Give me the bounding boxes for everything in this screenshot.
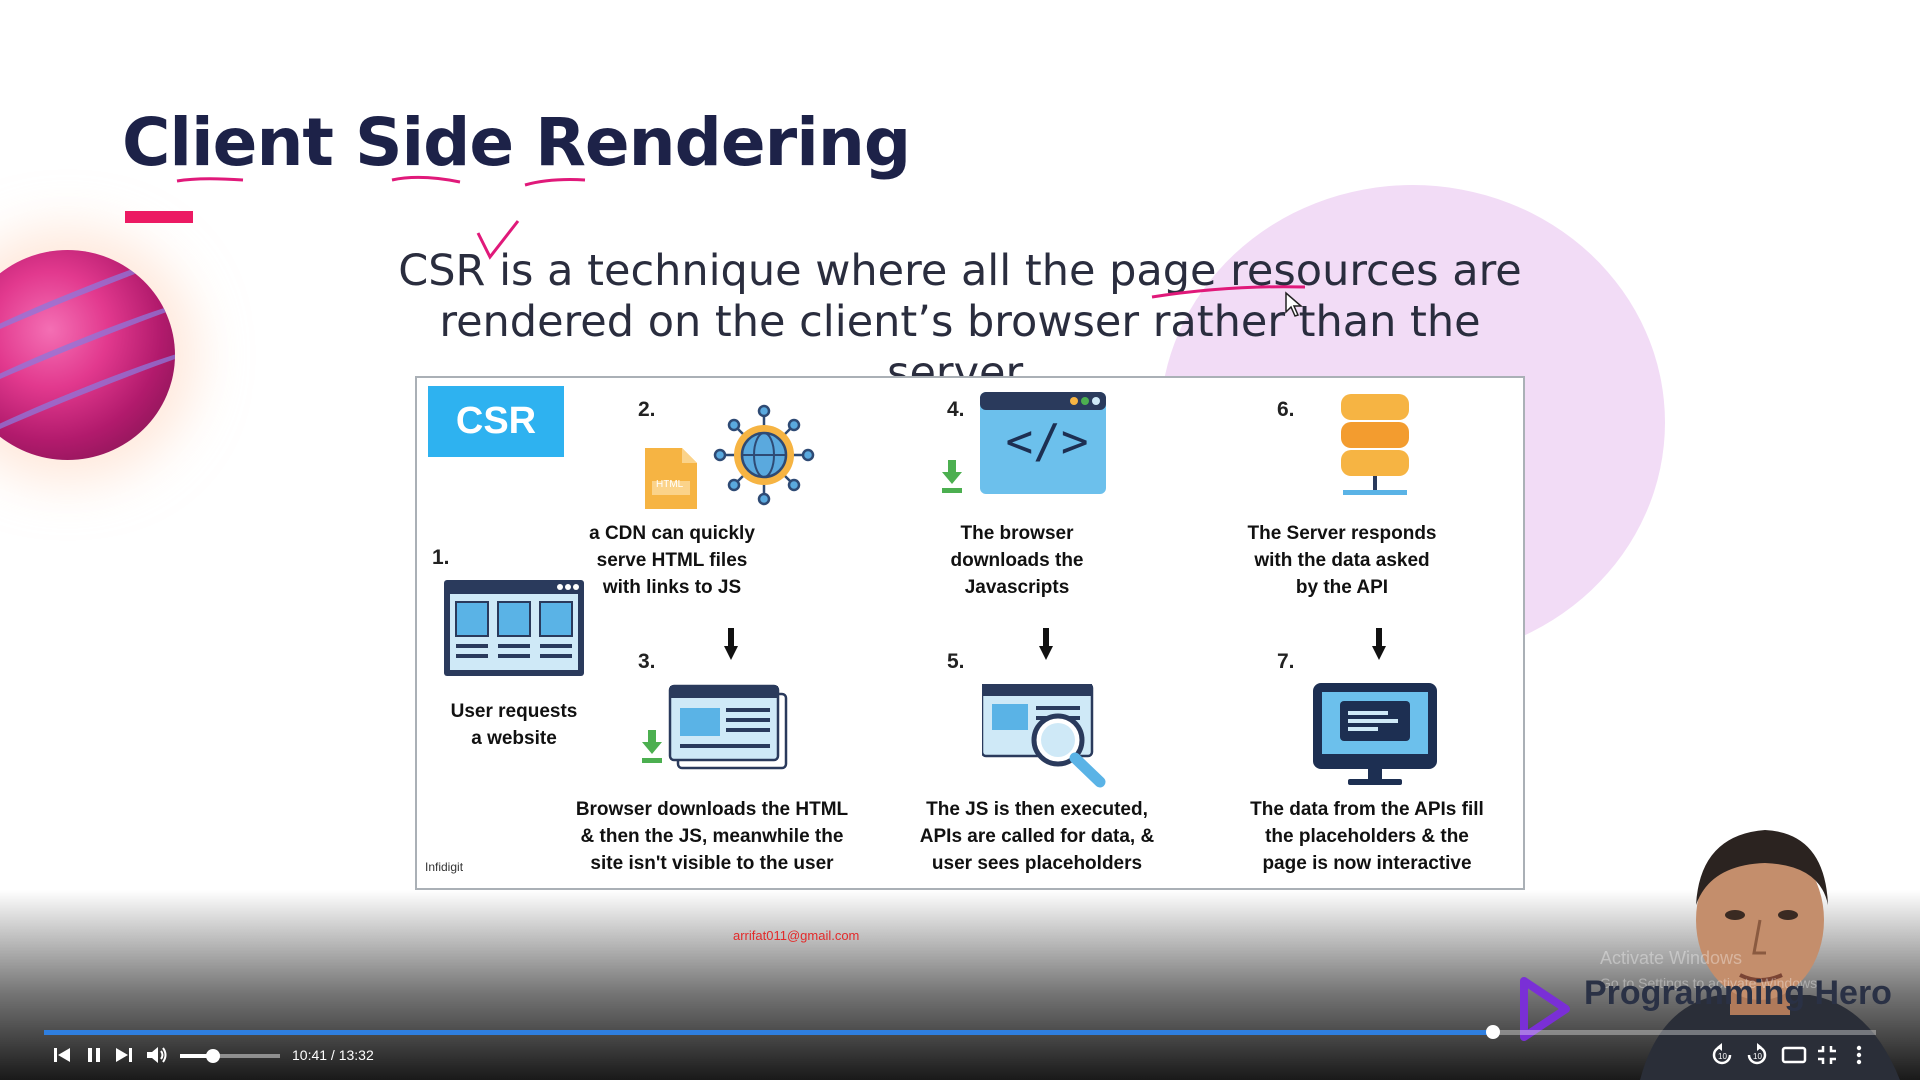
step-5-caption-line: user sees placeholders	[931, 853, 1143, 874]
exit-fullscreen-icon[interactable]	[1816, 1045, 1838, 1065]
planet-illustration	[0, 250, 175, 460]
step-6-caption-line: by the API	[1295, 577, 1389, 598]
step-5-number: 5.	[947, 650, 965, 673]
video-progress-bar[interactable]	[44, 1025, 1876, 1039]
step-7-caption-line: the placeholders & the	[1265, 826, 1469, 847]
step-7-number: 7.	[1277, 650, 1295, 673]
step-7-caption-line: page is now interactive	[1262, 853, 1472, 874]
step-3-caption-line: & then the JS, meanwhile the	[580, 826, 844, 847]
presenter-webcam	[1640, 830, 1900, 1080]
browser-download-icon	[642, 684, 788, 770]
server-database-icon	[1341, 394, 1409, 495]
progress-scrubber[interactable]	[1486, 1025, 1501, 1039]
step-6-number: 6.	[1277, 398, 1295, 421]
arrow-down-icon	[1372, 628, 1386, 660]
monitor-icon	[1313, 683, 1437, 785]
step-3-number: 3.	[638, 650, 656, 673]
email-watermark: arrifat011@gmail.com	[733, 928, 860, 943]
step-3-caption-line: Browser downloads the HTML	[575, 799, 849, 820]
step-1-number: 1.	[432, 546, 450, 569]
csr-diagram: CSR 1. User requests a website 2. HTML a…	[415, 376, 1525, 890]
step-2-caption-line: serve HTML files	[596, 550, 748, 571]
step-4-caption: The browser downloads the Javascripts	[912, 520, 1122, 601]
step-3-caption: Browser downloads the HTML & then the JS…	[567, 796, 857, 877]
step-4-caption-line: Javascripts	[964, 577, 1070, 598]
more-options-icon[interactable]	[1854, 1045, 1864, 1065]
svg-text:10: 10	[1718, 1052, 1727, 1061]
volume-slider[interactable]	[180, 1049, 280, 1063]
browser-search-icon	[982, 684, 1106, 788]
step-1-caption-line: User requests	[450, 701, 578, 722]
step-6-caption-line: with the data asked	[1254, 550, 1430, 571]
html-file-label: HTML	[656, 479, 684, 490]
theater-mode-icon[interactable]	[1781, 1045, 1807, 1065]
pen-annotation-underlines	[176, 175, 586, 187]
next-icon[interactable]	[114, 1045, 134, 1065]
progress-fill	[44, 1030, 1494, 1035]
code-brackets-label: </>	[1005, 414, 1089, 468]
step-2-caption: a CDN can quickly serve HTML files with …	[567, 520, 777, 601]
step-7-caption-line: The data from the APIs fill	[1250, 799, 1484, 820]
slide: Client Side Rendering CSR is a technique…	[0, 0, 1920, 1080]
csr-badge: CSR	[428, 386, 564, 457]
title-accent-bar	[125, 211, 193, 223]
step-5-caption-line: APIs are called for data, &	[919, 826, 1155, 847]
volume-knob[interactable]	[206, 1049, 220, 1063]
step-5-caption: The JS is then executed, APIs are called…	[897, 796, 1177, 877]
step-2-caption-line: a CDN can quickly	[589, 523, 755, 544]
cdn-globe-icon	[645, 404, 815, 509]
activate-windows-title: Activate Windows	[1600, 948, 1743, 968]
arrow-down-icon	[1039, 628, 1053, 660]
pause-icon[interactable]	[84, 1045, 104, 1065]
step-7-caption: The data from the APIs fill the placehol…	[1217, 796, 1517, 877]
programming-hero-brand: Programming Hero	[1584, 974, 1892, 1012]
arrow-down-icon	[724, 628, 738, 660]
time-display: 10:41 / 13:32	[292, 1047, 374, 1063]
step-4-caption-line: The browser	[960, 523, 1074, 544]
step-1-caption: User requests a website	[409, 698, 619, 752]
volume-icon[interactable]	[145, 1044, 169, 1066]
rewind-10-icon[interactable]: 10	[1710, 1043, 1734, 1067]
step-6-caption: The Server responds with the data asked …	[1232, 520, 1452, 601]
previous-icon[interactable]	[52, 1045, 72, 1065]
step-6-caption-line: The Server responds	[1247, 523, 1437, 544]
step-3-caption-line: site isn't visible to the user	[590, 853, 834, 874]
step-4-caption-line: downloads the	[950, 550, 1084, 571]
step-5-caption-line: The JS is then executed,	[926, 799, 1148, 820]
step-1-caption-line: a website	[471, 728, 557, 749]
svg-text:10: 10	[1753, 1052, 1762, 1061]
pen-annotation-marks	[476, 220, 1306, 299]
infidigit-logo: Infidigit	[425, 860, 464, 874]
cursor-icon	[1285, 291, 1304, 317]
forward-10-icon[interactable]: 10	[1745, 1043, 1769, 1067]
step-2-caption-line: with links to JS	[602, 577, 742, 598]
